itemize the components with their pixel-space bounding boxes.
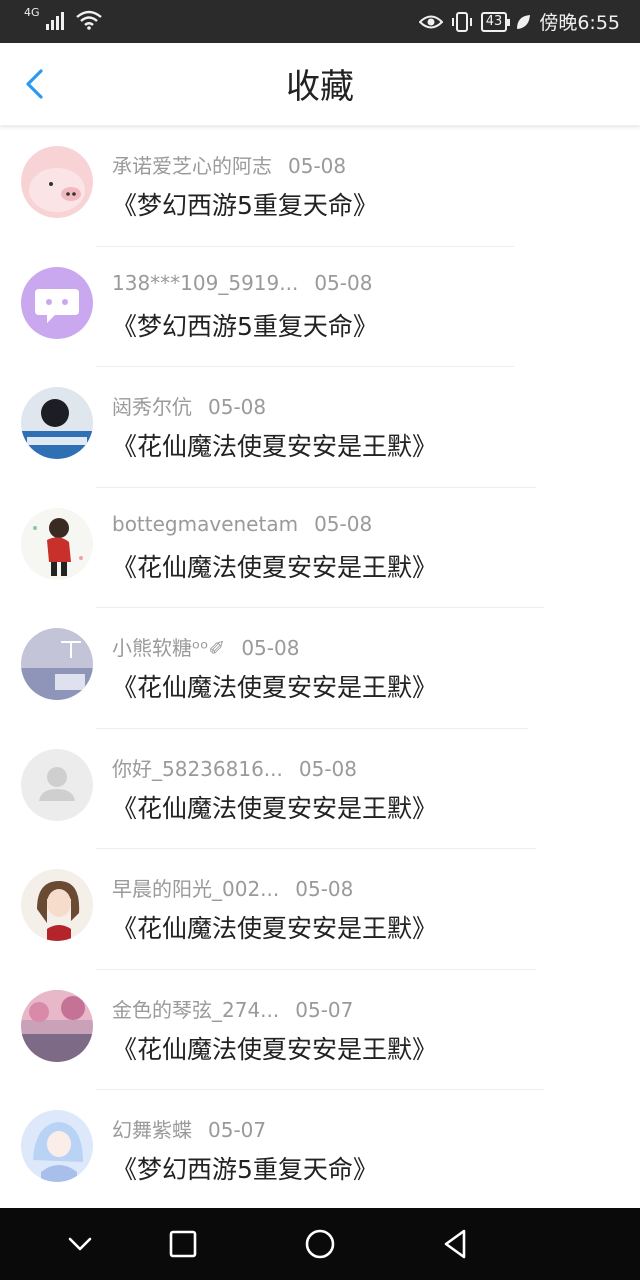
date: 05-08 [288,154,347,178]
list-item[interactable]: 承诺爱芝心的阿志 05-08 《梦幻西游5重复天命》 [0,126,640,247]
book-title[interactable]: 《梦幻西游5重复天命》 [112,307,378,343]
chat-bubble-avatar-icon [21,266,93,339]
avatar [21,869,93,941]
list-item[interactable]: 闼秀尔伉 05-08 《花仙魔法使夏安安是王默》 [0,367,640,488]
list-item[interactable]: 早晨的阳光_002... 05-08 《花仙魔法使夏安安是王默》 [0,849,640,970]
list-item[interactable]: bottegmavenetam 05-08 《花仙魔法使夏安安是王默》 [0,488,640,608]
avatar [21,748,93,821]
username[interactable]: 承诺爱芝心的阿志 [112,150,272,179]
anime-girl-avatar-icon [21,869,93,941]
username[interactable]: 早晨的阳光_002... [112,873,279,902]
chevron-down-icon[interactable] [62,1226,98,1262]
signal-icon [45,12,64,30]
username[interactable]: 闼秀尔伉 [112,391,192,420]
default-user-avatar-icon [21,748,93,821]
date: 05-07 [208,1118,267,1142]
system-nav-bar [0,1208,640,1280]
avatar [21,507,93,580]
avatar [21,989,93,1062]
date: 05-08 [208,395,267,419]
item-meta: 金色的琴弦_274... 05-07 [112,994,353,1023]
book-title[interactable]: 《梦幻西游5重复天命》 [112,186,378,222]
book-title[interactable]: 《花仙魔法使夏安安是王默》 [112,789,437,825]
item-meta: 幻舞紫蝶 05-07 [112,1114,266,1143]
avatar [21,146,93,218]
page-title: 收藏 [286,67,354,107]
item-meta: bottegmavenetam 05-08 [112,512,372,536]
book-title[interactable]: 《花仙魔法使夏安安是王默》 [112,548,437,584]
book-title[interactable]: 《花仙魔法使夏安安是王默》 [112,1030,437,1066]
status-bar: 4G 43 傍晚6:55 [0,0,640,43]
scenery-avatar-icon [21,989,93,1062]
text-art-avatar-icon [21,628,93,700]
header-bar: 收藏 [0,43,640,126]
username[interactable]: bottegmavenetam [112,512,298,536]
status-left: 4G [24,6,102,30]
username[interactable]: 小熊软糖ᵒᵒ✐ [112,632,225,661]
avatar [21,387,93,459]
illustration-avatar-icon [21,507,93,580]
list-item[interactable]: 你好_58236816... 05-08 《花仙魔法使夏安安是王默》 [0,729,640,849]
list-item[interactable]: 金色的琴弦_274... 05-07 《花仙魔法使夏安安是王默》 [0,970,640,1090]
date: 05-07 [295,997,354,1022]
item-meta: 早晨的阳光_002... 05-08 [112,873,353,902]
book-title[interactable]: 《花仙魔法使夏安安是王默》 [112,427,437,463]
photo-avatar-icon [21,387,93,459]
avatar [21,266,93,339]
item-meta: 闼秀尔伉 05-08 [112,391,266,420]
avatar [21,1110,93,1182]
item-meta: 小熊软糖ᵒᵒ✐ 05-08 [112,632,299,661]
item-meta: 承诺爱芝心的阿志 05-08 [112,150,346,179]
username[interactable]: 幻舞紫蝶 [112,1114,192,1143]
eye-icon [418,15,443,28]
username[interactable]: 138***109_5919... [112,271,298,295]
date: 05-08 [298,756,357,781]
date: 05-08 [295,877,354,901]
recents-square-icon[interactable] [165,1226,201,1262]
list-item[interactable]: 小熊软糖ᵒᵒ✐ 05-08 《花仙魔法使夏安安是王默》 [0,608,640,729]
avatar [21,628,93,700]
leaf-icon [517,14,531,29]
fantasy-girl-avatar-icon [21,1110,93,1182]
status-right: 43 傍晚6:55 [418,8,620,35]
favorites-list: 承诺爱芝心的阿志 05-08 《梦幻西游5重复天命》 138***109_5919… [0,126,640,1208]
book-title[interactable]: 《花仙魔法使夏安安是王默》 [112,909,437,945]
date: 05-08 [241,636,300,660]
date: 05-08 [314,270,373,295]
list-item[interactable]: 138***109_5919... 05-08 《梦幻西游5重复天命》 [0,247,640,367]
username[interactable]: 金色的琴弦_274... [112,994,279,1023]
list-item[interactable]: 幻舞紫蝶 05-07 《梦幻西游5重复天命》 [0,1090,640,1208]
back-triangle-icon[interactable] [438,1226,474,1262]
clock: 傍晚6:55 [539,12,620,34]
book-title[interactable]: 《梦幻西游5重复天命》 [112,1150,378,1186]
username[interactable]: 你好_58236816... [112,753,283,782]
pig-avatar-icon [21,146,93,218]
network-type: 4G [24,6,40,19]
date: 05-08 [314,511,373,536]
battery-indicator: 43 [480,11,510,32]
book-title[interactable]: 《花仙魔法使夏安安是王默》 [112,668,437,704]
item-meta: 138***109_5919... 05-08 [112,271,372,295]
item-meta: 你好_58236816... 05-08 [112,753,357,782]
home-circle-icon[interactable] [302,1226,338,1262]
wifi-icon [75,10,102,30]
vibrate-icon [451,11,472,32]
